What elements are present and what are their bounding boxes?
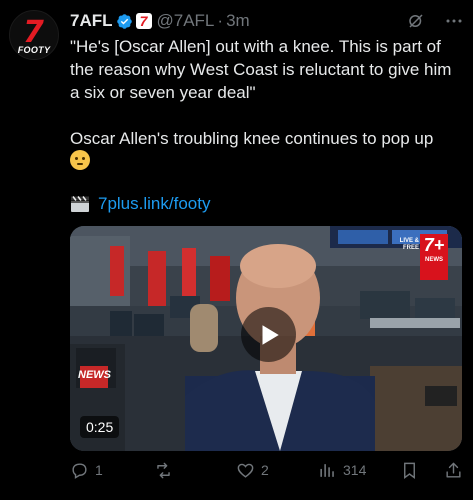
more-icon[interactable] bbox=[445, 12, 463, 30]
views-icon bbox=[320, 463, 334, 477]
tweet-header: 7AFL 7 @7AFL · 3m bbox=[70, 9, 463, 33]
like-count: 2 bbox=[261, 462, 269, 478]
views-count: 314 bbox=[343, 462, 367, 478]
affiliate-badge[interactable]: 7 bbox=[135, 13, 152, 29]
avatar-logo-text: FOOTY bbox=[17, 45, 51, 55]
tweet-link[interactable]: 7plus.link/footy bbox=[98, 194, 210, 214]
tweet-actions: 1 2 314 bbox=[70, 458, 465, 482]
account-name[interactable]: 7AFL bbox=[70, 11, 113, 31]
desk-news-sign: NEWS bbox=[78, 369, 111, 381]
grimacing-face-emoji bbox=[70, 150, 90, 170]
like-button[interactable]: 2 bbox=[236, 461, 269, 480]
clapper-board-icon bbox=[71, 196, 89, 212]
bookmark-icon bbox=[404, 462, 415, 479]
separator-dot: · bbox=[217, 11, 224, 30]
link-line: 7plus.link/footy bbox=[70, 194, 210, 214]
seven-plus-logo: 7+ NEWS bbox=[420, 234, 448, 280]
live-free-badge: LIVE & FREE bbox=[399, 238, 419, 251]
tweet-text: "He's [Oscar Allen] out with a knee. Thi… bbox=[70, 35, 465, 173]
reply-button[interactable]: 1 bbox=[70, 461, 103, 480]
header-icons bbox=[407, 12, 463, 30]
views-button[interactable]: 314 bbox=[318, 461, 366, 480]
repost-icon bbox=[157, 462, 170, 478]
grok-icon[interactable] bbox=[407, 12, 425, 30]
reply-icon bbox=[72, 462, 87, 479]
reply-count: 1 bbox=[95, 462, 103, 478]
timestamp[interactable]: 3m bbox=[226, 11, 250, 31]
bookmark-button[interactable] bbox=[400, 461, 419, 480]
tweet-paragraph-2: Oscar Allen's troubling knee continues t… bbox=[70, 127, 465, 173]
account-handle[interactable]: @7AFL bbox=[157, 11, 215, 31]
video-duration: 0:25 bbox=[80, 416, 120, 438]
avatar[interactable]: 7 FOOTY bbox=[9, 10, 59, 60]
play-button[interactable] bbox=[241, 307, 296, 362]
play-icon bbox=[262, 324, 279, 345]
heart-icon bbox=[237, 463, 254, 478]
share-button[interactable] bbox=[444, 461, 463, 480]
tweet-paragraph-1: "He's [Oscar Allen] out with a knee. Thi… bbox=[70, 37, 452, 102]
repost-button[interactable] bbox=[154, 461, 179, 480]
share-icon bbox=[446, 462, 461, 478]
verified-badge-icon bbox=[116, 13, 132, 29]
